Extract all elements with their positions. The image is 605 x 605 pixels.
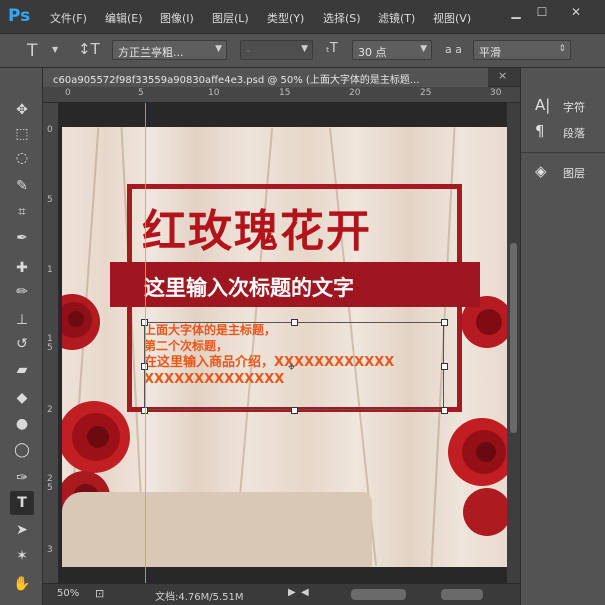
anti-alias-select[interactable]: 平滑 ⇕ xyxy=(473,40,571,60)
chevron-down-icon: ▼ xyxy=(215,44,222,54)
transform-handle[interactable] xyxy=(291,407,298,414)
clone-stamp-tool-icon[interactable]: ⊥ xyxy=(10,308,34,332)
ruler-label: 10 xyxy=(208,88,220,98)
healing-brush-tool-icon[interactable]: ✚ xyxy=(10,256,34,280)
paragraph-panel-button[interactable]: ¶ 段落 xyxy=(529,120,604,144)
options-bar: T ▼ ↕T 方正兰亭粗... ▼ - ▼ ₜT 30 点 ▼ a a 平滑 ⇕ xyxy=(0,34,605,68)
marquee-tool-icon[interactable]: ⬚ xyxy=(10,122,34,146)
paint-bucket-tool-icon[interactable]: ◆ xyxy=(10,386,34,410)
menu-filter[interactable]: 滤镜(T) xyxy=(378,10,415,26)
ruler-label: 0 xyxy=(47,125,53,135)
transform-handle[interactable] xyxy=(291,319,298,326)
history-brush-tool-icon[interactable]: ↺ xyxy=(10,332,34,356)
menu-select[interactable]: 选择(S) xyxy=(323,10,361,26)
main-title-text[interactable]: 红玫瑰花开 xyxy=(142,195,372,259)
menu-image[interactable]: 图像(I) xyxy=(160,10,194,26)
brush-tool-icon[interactable]: ✏ xyxy=(10,280,34,304)
lasso-tool-icon[interactable]: ◌ xyxy=(10,146,34,170)
rose-image xyxy=(62,294,100,350)
toggle-text-orientation-icon[interactable]: ↕T xyxy=(78,40,100,58)
restore-button[interactable]: ☐ xyxy=(532,4,552,20)
menu-edit[interactable]: 编辑(E) xyxy=(105,10,143,26)
close-tab-icon[interactable]: × xyxy=(498,69,507,82)
chevron-down-icon: ▼ xyxy=(301,44,308,54)
horizontal-scrollbar-thumb[interactable] xyxy=(441,589,483,600)
vertical-scrollbar[interactable] xyxy=(507,103,520,583)
shape-tool-icon[interactable]: ✶ xyxy=(10,544,34,568)
transform-handle[interactable] xyxy=(441,319,448,326)
zoom-level[interactable]: 50% xyxy=(57,588,79,599)
preset-dropdown-arrow-icon[interactable]: ▼ xyxy=(52,45,58,54)
font-style-select[interactable]: - ▼ xyxy=(240,40,313,60)
toolbox: ✥ ⬚ ◌ ✎ ⌗ ✒ ✚ ✏ ⊥ ↺ ▰ ◆ ● ◯ ✑ T ➤ ✶ ✋ xyxy=(0,68,43,605)
ruler-label: 5 xyxy=(138,88,144,98)
ruler-label: 15 xyxy=(279,88,291,98)
ruler-label: 1 5 xyxy=(47,334,53,353)
menu-file[interactable]: 文件(F) xyxy=(50,10,87,26)
eraser-tool-icon[interactable]: ▰ xyxy=(10,358,34,382)
ruler-label: 2 5 xyxy=(47,474,53,493)
menu-view[interactable]: 视图(V) xyxy=(433,10,471,26)
chevron-down-icon: ▼ xyxy=(420,44,427,54)
menu-type[interactable]: 类型(Y) xyxy=(267,10,304,26)
type-tool-icon[interactable]: T xyxy=(10,491,34,515)
move-tool-icon[interactable]: ✥ xyxy=(10,98,34,122)
anti-alias-icon: a a xyxy=(445,43,462,56)
crop-tool-icon[interactable]: ⌗ xyxy=(10,200,34,224)
ruler-label: 0 xyxy=(65,88,71,98)
document-tab-bar: c60a905572f98f33559a90830affe4e3.psd @ 5… xyxy=(43,68,520,87)
scrollbar-thumb[interactable] xyxy=(510,243,517,433)
export-icon[interactable]: ⊡ xyxy=(95,587,104,600)
panel-divider xyxy=(521,152,605,153)
chevron-updown-icon: ⇕ xyxy=(558,44,566,54)
canvas-workspace[interactable]: 红玫瑰花开 这里输入次标题的文字 上面大字体的是主标题， 第二个次标题， 在这里… xyxy=(59,103,507,583)
layers-icon: ◈ xyxy=(535,162,547,180)
ruler-label: 5 xyxy=(47,195,53,205)
ruler-label: 1 xyxy=(47,265,53,275)
crosshair-icon: ⌖ xyxy=(288,360,296,375)
photoshop-logo: Ps xyxy=(8,6,31,26)
horizontal-scrollbar-thumb[interactable] xyxy=(351,589,406,600)
transform-handle[interactable] xyxy=(441,363,448,370)
font-family-select[interactable]: 方正兰亭粗... ▼ xyxy=(112,40,227,60)
scroll-left-icon[interactable]: ◀ xyxy=(301,587,309,598)
font-size-select[interactable]: 30 点 ▼ xyxy=(352,40,432,60)
transform-handle[interactable] xyxy=(441,407,448,414)
character-icon: A| xyxy=(535,96,551,114)
document-info: 文档:4.76M/5.51M xyxy=(155,592,244,603)
right-panel-dock: A| 字符 ¶ 段落 ◈ 图层 xyxy=(520,68,605,605)
ruler-label: 30 xyxy=(490,88,502,98)
character-panel-button[interactable]: A| 字符 xyxy=(529,94,604,118)
ruler-label: 20 xyxy=(349,88,361,98)
hand-tool-icon[interactable]: ✋ xyxy=(10,572,34,596)
artwork-canvas[interactable]: 红玫瑰花开 这里输入次标题的文字 上面大字体的是主标题， 第二个次标题， 在这里… xyxy=(62,127,507,567)
rose-image xyxy=(448,418,507,536)
path-select-tool-icon[interactable]: ➤ xyxy=(10,518,34,542)
font-size-icon: ₜT xyxy=(326,41,338,56)
document-tab[interactable]: c60a905572f98f33559a90830affe4e3.psd @ 5… xyxy=(43,68,488,87)
pen-tool-icon[interactable]: ✑ xyxy=(10,466,34,490)
subtitle-text[interactable]: 这里输入次标题的文字 xyxy=(144,272,354,302)
guide-line[interactable] xyxy=(145,103,146,583)
status-bar: 50% ⊡ 文档:4.76M/5.51M ▶ ◀ xyxy=(43,583,520,605)
ruler-label: 3 xyxy=(47,545,53,555)
blur-tool-icon[interactable]: ● xyxy=(10,412,34,436)
menu-layer[interactable]: 图层(L) xyxy=(212,10,249,26)
type-tool-preset-icon[interactable]: T xyxy=(27,41,37,61)
menu-bar: Ps 文件(F) 编辑(E) 图像(I) 图层(L) 类型(Y) 选择(S) 滤… xyxy=(0,0,605,34)
eyedropper-tool-icon[interactable]: ✒ xyxy=(10,226,34,250)
minimize-button[interactable]: ▁ xyxy=(506,4,526,20)
vertical-ruler[interactable]: 0 5 1 1 5 2 2 5 3 xyxy=(43,103,59,583)
dodge-tool-icon[interactable]: ◯ xyxy=(10,438,34,462)
ruler-label: 25 xyxy=(420,88,432,98)
close-window-button[interactable]: ✕ xyxy=(566,4,586,20)
horizontal-ruler[interactable]: 0 5 10 15 20 25 30 xyxy=(43,87,520,103)
paragraph-icon: ¶ xyxy=(535,122,545,140)
layers-panel-button[interactable]: ◈ 图层 xyxy=(529,160,604,184)
wood-plank-image xyxy=(62,492,372,567)
quick-select-tool-icon[interactable]: ✎ xyxy=(10,174,34,198)
ruler-label: 2 xyxy=(47,405,53,415)
status-menu-arrow-icon[interactable]: ▶ xyxy=(288,587,296,598)
